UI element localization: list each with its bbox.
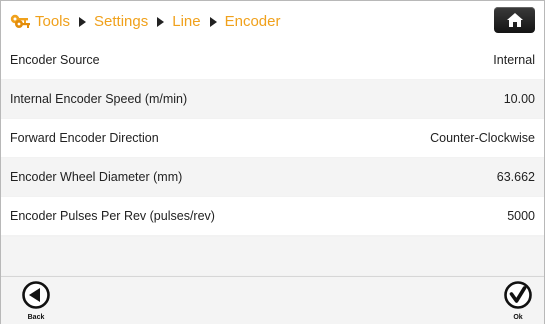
checkmark-icon: [504, 281, 532, 309]
breadcrumb-encoder: Encoder: [224, 13, 281, 30]
settings-list: Encoder Source Internal Internal Encoder…: [1, 41, 544, 236]
back-arrow-icon: [22, 281, 50, 309]
setting-label: Encoder Wheel Diameter (mm): [10, 170, 183, 184]
home-icon: [506, 13, 523, 27]
setting-row-internal-encoder-speed[interactable]: Internal Encoder Speed (m/min) 10.00: [1, 80, 544, 118]
ok-label: Ok: [513, 314, 523, 321]
encoder-settings-screen: Tools Settings Line Encoder Encoder Sour…: [0, 0, 545, 324]
setting-label: Encoder Source: [10, 53, 100, 67]
footer-bar: Back Ok: [1, 276, 544, 324]
setting-value: 63.662: [496, 170, 535, 184]
setting-row-encoder-wheel-diameter[interactable]: Encoder Wheel Diameter (mm) 63.662: [1, 158, 544, 196]
setting-label: Internal Encoder Speed (m/min): [10, 92, 188, 106]
breadcrumb-arrow-icon: [79, 16, 87, 27]
breadcrumb-settings[interactable]: Settings: [94, 13, 148, 30]
breadcrumb-tools[interactable]: Tools: [35, 13, 70, 30]
breadcrumb-arrow-icon: [209, 16, 217, 27]
setting-row-encoder-source[interactable]: Encoder Source Internal: [1, 41, 544, 79]
setting-value: Internal: [493, 53, 535, 67]
back-label: Back: [27, 314, 45, 321]
home-button[interactable]: [494, 7, 535, 33]
header-bar: Tools Settings Line Encoder: [1, 1, 544, 42]
setting-label: Encoder Pulses Per Rev (pulses/rev): [10, 209, 215, 223]
breadcrumb: Tools Settings Line Encoder: [35, 13, 280, 30]
ok-button[interactable]: Ok: [501, 280, 535, 322]
setting-row-encoder-pulses-per-rev[interactable]: Encoder Pulses Per Rev (pulses/rev) 5000: [1, 197, 544, 235]
list-empty-area: [1, 237, 544, 275]
breadcrumb-line[interactable]: Line: [172, 13, 200, 30]
setting-label: Forward Encoder Direction: [10, 131, 159, 145]
setting-value: 5000: [507, 209, 535, 223]
back-button[interactable]: Back: [19, 280, 53, 322]
setting-row-forward-encoder-direction[interactable]: Forward Encoder Direction Counter-Clockw…: [1, 119, 544, 157]
setting-value: 10.00: [503, 92, 535, 106]
keys-icon: [10, 14, 30, 28]
breadcrumb-arrow-icon: [157, 16, 165, 27]
setting-value: Counter-Clockwise: [430, 131, 535, 145]
